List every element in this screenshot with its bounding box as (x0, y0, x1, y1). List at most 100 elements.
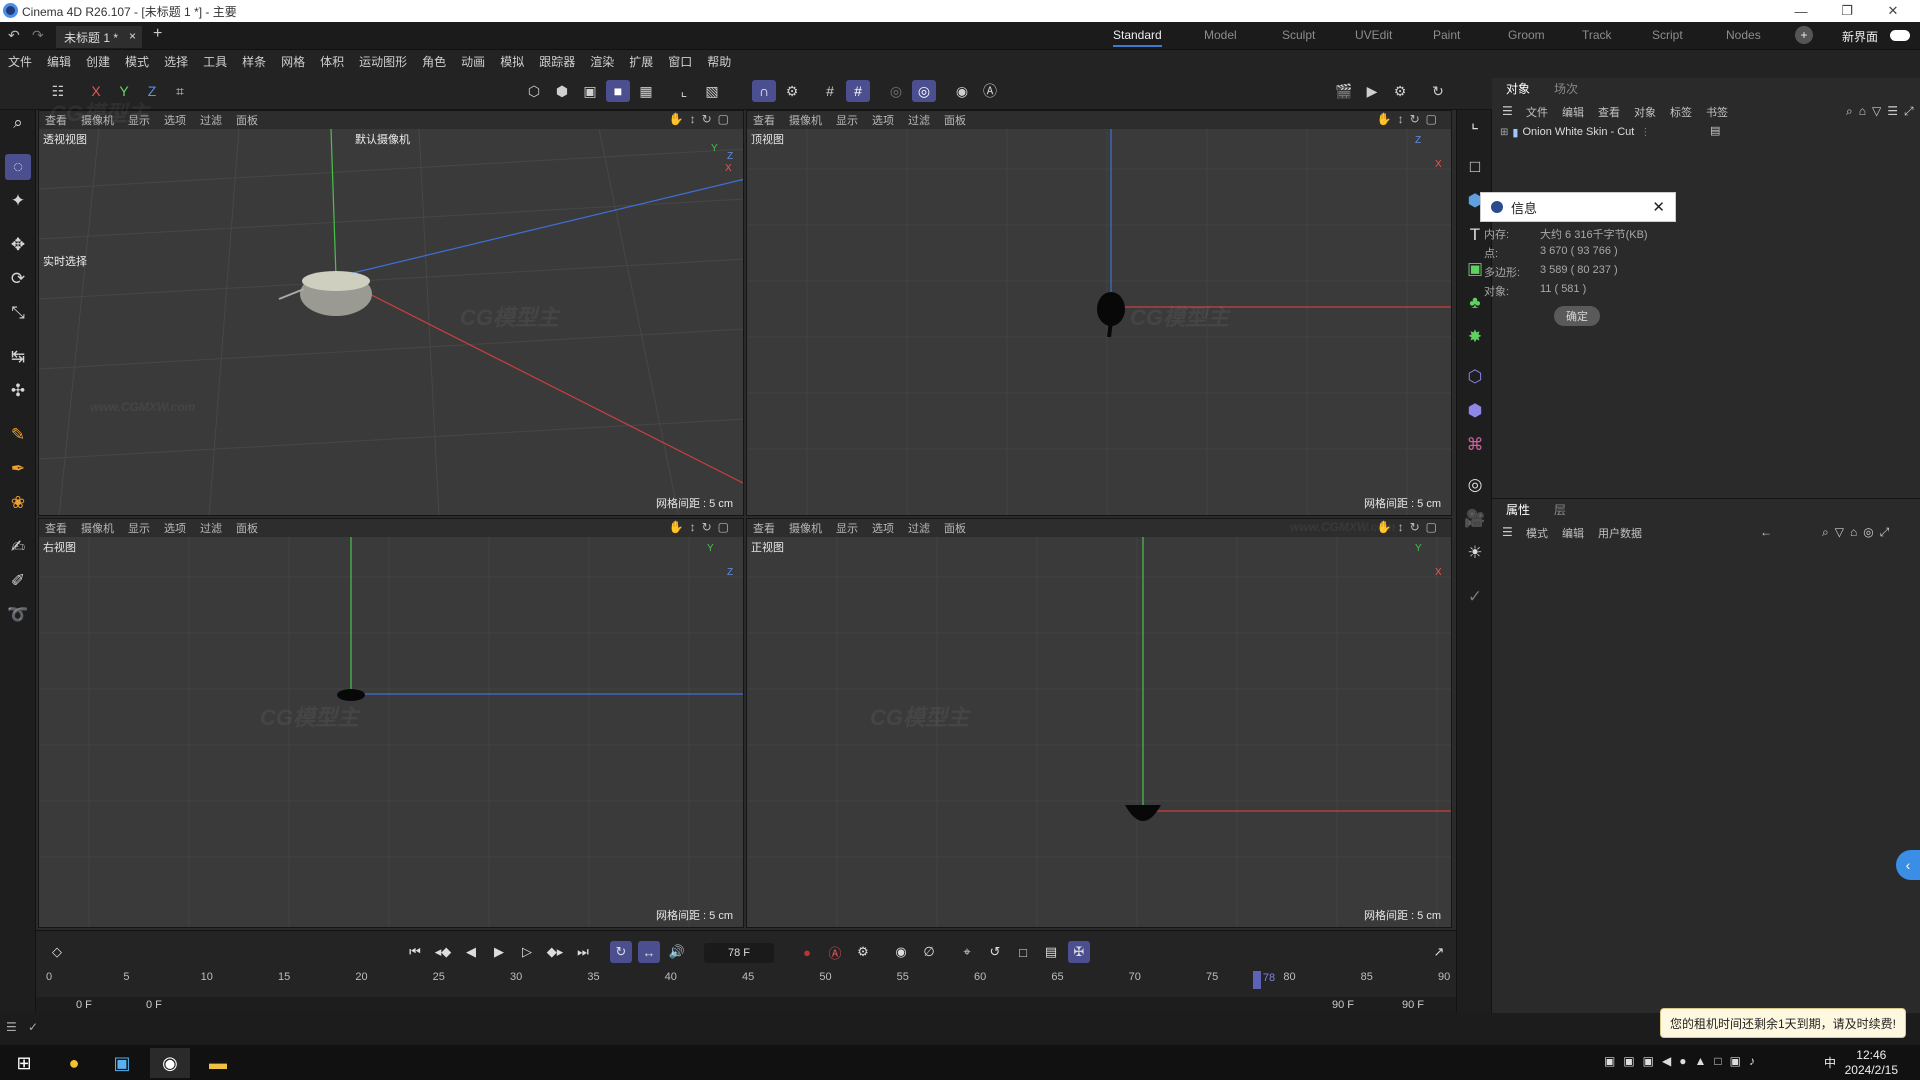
add-layout-icon[interactable]: + (1795, 26, 1813, 44)
null-object-icon[interactable]: ⌞ (1462, 110, 1488, 136)
camera-label[interactable]: 默认摄像机 (355, 131, 410, 147)
new-layout-label[interactable]: 新界面 (1842, 28, 1878, 45)
vp-menu-filter[interactable]: 过滤 (908, 112, 930, 128)
coordinate-system-icon[interactable]: ⌗ (168, 80, 192, 102)
preview-end-field[interactable]: 90 F (1332, 999, 1354, 1011)
scale-tool-icon[interactable]: ⤡ (5, 300, 31, 326)
mograph-icon[interactable]: ⌘ (1462, 432, 1488, 458)
loop-icon[interactable]: ↻ (610, 941, 632, 963)
menu-edit[interactable]: 编辑 (47, 53, 71, 70)
tab-layers[interactable]: 层 (1554, 501, 1566, 518)
vp-menu-view[interactable]: 查看 (45, 520, 67, 536)
vp-menu-filter[interactable]: 过滤 (200, 520, 222, 536)
hamburger-icon[interactable]: ☰ (1502, 525, 1513, 539)
object-row[interactable]: ⊞ ▮ Onion White Skin - Cut ⋮ (1500, 124, 1690, 140)
transfer-tool-icon[interactable]: ↹ (5, 344, 31, 370)
layout-tab-groom[interactable]: Groom (1508, 28, 1545, 42)
sketch-tool-icon[interactable]: ✒ (5, 456, 31, 482)
key-scale-icon[interactable]: □ (1012, 941, 1034, 963)
tab-objects[interactable]: 对象 (1506, 80, 1530, 97)
menu-help[interactable]: 帮助 (707, 53, 731, 70)
vp-menu-view[interactable]: 查看 (753, 112, 775, 128)
vp-menu-panel[interactable]: 面板 (944, 112, 966, 128)
sound-icon[interactable]: 🔊 (666, 941, 688, 963)
motion-icon[interactable]: ∅ (918, 941, 940, 963)
file-explorer-icon[interactable]: ▬ (198, 1048, 238, 1078)
current-frame-field[interactable]: 78 F (704, 943, 774, 963)
viewport-top[interactable]: 查看 摄像机 显示 选项 过滤 面板 ✋↕↻▢ Z X 顶视图 网格间距 : 5… (746, 110, 1452, 516)
menu-character[interactable]: 角色 (422, 53, 446, 70)
key-position-icon[interactable]: ⌖ (956, 941, 978, 963)
axis-y-toggle[interactable]: Y (112, 80, 136, 102)
vp-menu-cameras[interactable]: 摄像机 (789, 112, 822, 128)
windows-start-icon[interactable]: ⊞ (4, 1048, 44, 1078)
layout-tab-sculpt[interactable]: Sculpt (1282, 28, 1315, 42)
viewport-nav-icons[interactable]: ✋↕↻▢ (1377, 112, 1443, 126)
close-tab-icon[interactable]: × (129, 29, 136, 43)
tab-takes[interactable]: 场次 (1554, 80, 1578, 97)
side-expand-icon[interactable]: ‹ (1896, 850, 1920, 880)
axis-mode-icon[interactable]: ⌞ (672, 80, 696, 102)
vp-menu-display[interactable]: 显示 (836, 520, 858, 536)
viewport-nav-icons[interactable]: ✋↕↻▢ (669, 112, 735, 126)
record-icon[interactable]: ● (796, 941, 818, 963)
add-tab-icon[interactable]: + (153, 25, 162, 43)
vp-menu-display[interactable]: 显示 (836, 112, 858, 128)
spline-pen-icon[interactable]: ✎ (5, 422, 31, 448)
am-menu-userdata[interactable]: 用户数据 (1598, 525, 1642, 541)
menu-mode[interactable]: 模式 (125, 53, 149, 70)
menu-simulate[interactable]: 模拟 (500, 53, 524, 70)
expand-icon[interactable]: ⊞ (1500, 127, 1508, 138)
ime-indicator[interactable]: 中 (1824, 1054, 1836, 1071)
vp-menu-options[interactable]: 选项 (872, 520, 894, 536)
material-tag-icon[interactable]: ▤ (1710, 124, 1720, 137)
om-menu-object[interactable]: 对象 (1634, 104, 1656, 120)
document-tab[interactable]: 未标题 1 * × (56, 26, 142, 48)
hamburger-icon[interactable]: ☰ (1502, 104, 1513, 118)
selection-filter-icon[interactable]: ✦ (5, 188, 31, 214)
placement-tool-icon[interactable]: ✣ (5, 378, 31, 404)
om-menu-tags[interactable]: 标签 (1670, 104, 1692, 120)
move-tool-icon[interactable]: ✥ (5, 232, 31, 258)
tab-attributes[interactable]: 属性 (1506, 501, 1530, 518)
vp-menu-cameras[interactable]: 摄像机 (81, 112, 114, 128)
light-icon[interactable]: ☀ (1462, 540, 1488, 566)
auto-key-icon[interactable]: Ⓐ (824, 941, 846, 963)
vp-menu-cameras[interactable]: 摄像机 (789, 520, 822, 536)
snap-settings-icon[interactable]: ⚙ (780, 80, 804, 102)
rental-notice[interactable]: 您的租机时间还剩余1天到期，请及时续费! (1660, 1008, 1906, 1038)
am-toolbar-icons[interactable]: ⌕▽⌂◎⤢ (1822, 525, 1895, 540)
render-view-icon[interactable]: 🎬 (1332, 80, 1356, 102)
model-mode-icon[interactable]: ☷ (46, 80, 70, 102)
vp-menu-panel[interactable]: 面板 (236, 112, 258, 128)
om-menu-file[interactable]: 文件 (1526, 104, 1548, 120)
chrome-icon[interactable]: ● (54, 1048, 94, 1078)
object-visibility-icon[interactable]: ⋮ (1640, 127, 1650, 138)
vp-menu-panel[interactable]: 面板 (236, 520, 258, 536)
start-frame-field[interactable]: 0 F (76, 999, 92, 1011)
edges-mode-icon[interactable]: ⬢ (550, 80, 574, 102)
layout-tab-paint[interactable]: Paint (1433, 28, 1460, 42)
go-to-end-icon[interactable]: ⏭ (572, 941, 594, 963)
key-settings-icon[interactable]: ⚙ (852, 941, 874, 963)
playhead[interactable] (1252, 971, 1261, 989)
vp-menu-display[interactable]: 显示 (128, 112, 150, 128)
viewport-front[interactable]: 查看 摄像机 显示 选项 过滤 面板 ✋↕↻▢ Y X 正视图 网格间距 : 5… (746, 518, 1452, 928)
viewport-perspective[interactable]: 查看 摄像机 显示 选项 过滤 面板 ✋↕↻▢ Y Z X 透视视图 默认摄像机… (38, 110, 744, 516)
soft-selection-icon[interactable]: ◎ (884, 80, 908, 102)
workplane-icon[interactable]: # (846, 80, 870, 102)
vp-menu-view[interactable]: 查看 (45, 112, 67, 128)
vp-menu-panel[interactable]: 面板 (944, 520, 966, 536)
axis-z-toggle[interactable]: Z (140, 80, 164, 102)
preview-range-icon[interactable]: ↔ (638, 941, 660, 963)
am-menu-edit[interactable]: 编辑 (1562, 525, 1584, 541)
om-menu-bookmarks[interactable]: 书签 (1706, 104, 1728, 120)
field-icon[interactable]: ⬡ (1462, 364, 1488, 390)
om-toolbar-icons[interactable]: ⌕⌂▽☰⤢ (1846, 104, 1920, 119)
snap-magnet-icon[interactable]: ∩ (752, 80, 776, 102)
tray-icons[interactable]: ▣▣▣◀●▲□▣♪ (1604, 1054, 1763, 1068)
layout-tab-nodes[interactable]: Nodes (1726, 28, 1761, 42)
grid-snap-icon[interactable]: # (818, 80, 842, 102)
uv-mode-icon[interactable]: ▦ (634, 80, 658, 102)
remote-desktop-icon[interactable]: ▣ (102, 1048, 142, 1078)
